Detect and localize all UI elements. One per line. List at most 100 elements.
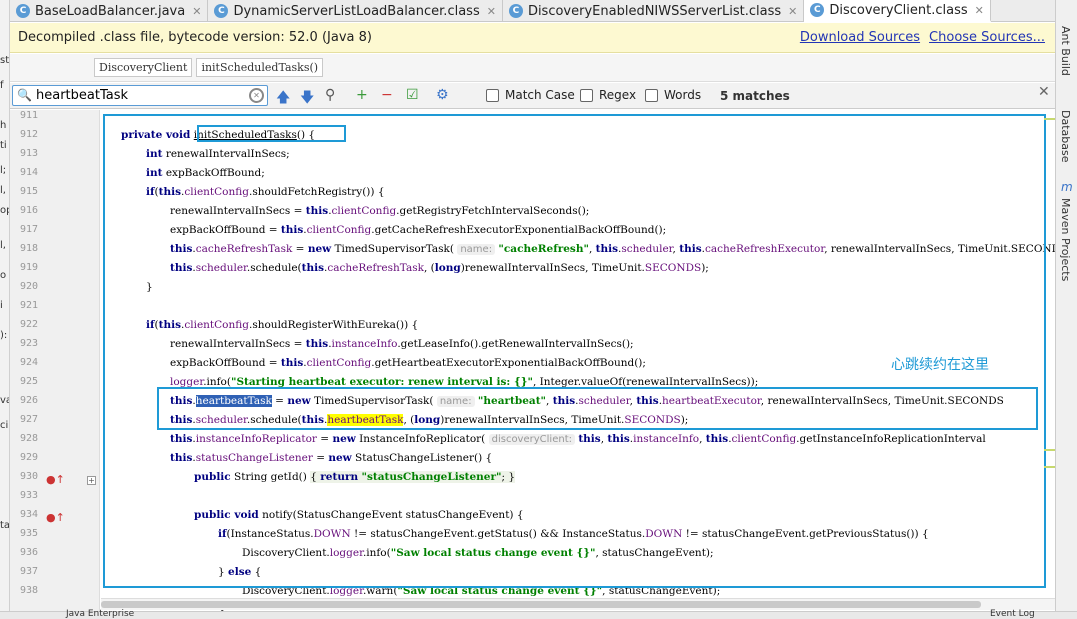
- left-panel-fragment: op: [0, 205, 9, 216]
- match-count: 5 matches: [720, 89, 790, 103]
- clear-search-icon[interactable]: ✕: [249, 88, 264, 103]
- ant-build-tab[interactable]: Ant Build: [1059, 26, 1072, 76]
- line-number: 914: [19, 167, 38, 178]
- find-all-icon[interactable]: ⚲: [325, 87, 335, 103]
- line-number: 937: [19, 566, 38, 577]
- class-icon: C: [16, 4, 30, 18]
- line-number: 925: [19, 376, 38, 387]
- left-panel-fragment: l,: [0, 240, 6, 251]
- line-number: 918: [19, 243, 38, 254]
- right-tool-strip: Ant Build Database m Maven Projects: [1055, 0, 1077, 619]
- close-tab-icon[interactable]: ✕: [192, 5, 201, 18]
- tab-label: DynamicServerListLoadBalancer.class: [233, 3, 480, 19]
- class-icon: C: [508, 4, 523, 18]
- tab-label: DiscoveryEnabledNIWSServerList.class: [527, 3, 782, 19]
- java-enterprise-tab[interactable]: Java Enterprise: [66, 609, 134, 619]
- line-number: 919: [19, 262, 38, 273]
- tab-1[interactable]: C DynamicServerListLoadBalancer.class ✕: [208, 0, 503, 22]
- bottom-tool-strip: Java Enterprise Event Log: [0, 609, 1077, 619]
- find-bar: 🔍 heartbeatTask ✕ 🡅 🡇 ⚲ + − ☑ ⚙ Match Ca…: [10, 83, 1055, 109]
- select-all-occurrences-icon[interactable]: ☑: [406, 87, 419, 103]
- horizontal-scrollbar[interactable]: [101, 598, 1055, 610]
- regex-checkbox[interactable]: Regex: [580, 88, 636, 102]
- left-panel-fragment: f: [0, 80, 4, 91]
- tab-0[interactable]: C BaseLoadBalancer.java ✕: [10, 0, 209, 22]
- line-number: 915: [19, 186, 38, 197]
- scroll-marker: [1044, 449, 1055, 451]
- left-panel-fragment: ):: [0, 330, 8, 341]
- tab-label: DiscoveryClient.class: [829, 2, 968, 18]
- line-number: 911: [19, 110, 38, 121]
- search-icon[interactable]: 🔍: [17, 88, 32, 102]
- close-find-icon[interactable]: ✕: [1038, 84, 1050, 100]
- line-number-gutter: 911 912 913 914 915 916 917 918 919 920 921 922 923 9…: [10, 110, 100, 619]
- line-number: 924: [19, 357, 38, 368]
- line-number: 923: [19, 338, 38, 349]
- download-sources-link[interactable]: Download Sources: [800, 30, 920, 45]
- line-number: 927: [19, 414, 38, 425]
- line-number: 929: [19, 452, 38, 463]
- database-tab[interactable]: Database: [1059, 110, 1072, 163]
- infobar-text: Decompiled .class file, bytecode version…: [18, 30, 372, 45]
- maven-icon: m: [1061, 180, 1073, 194]
- scrollbar-thumb[interactable]: [101, 601, 981, 608]
- heartbeat-annotation: 心跳续约在这里: [891, 357, 989, 373]
- class-icon: C: [810, 3, 825, 17]
- tab-label: BaseLoadBalancer.java: [35, 3, 186, 19]
- override-marker-icon[interactable]: ●↑: [46, 473, 65, 486]
- previous-occurrence-icon[interactable]: 🡅: [276, 87, 290, 111]
- left-panel-fragment: l,: [0, 185, 6, 196]
- settings-gear-icon[interactable]: ⚙: [436, 87, 449, 103]
- heartbeat-lines-outline: [157, 387, 1038, 430]
- line-number: 928: [19, 433, 38, 444]
- next-occurrence-icon[interactable]: 🡇: [300, 87, 314, 111]
- event-log-tab[interactable]: Event Log: [990, 609, 1035, 619]
- add-occurrence-icon[interactable]: +: [356, 87, 368, 103]
- breadcrumb: DiscoveryClient initScheduledTasks(): [10, 54, 1055, 82]
- fold-toggle-icon[interactable]: +: [87, 476, 96, 485]
- line-number: 934: [19, 509, 38, 520]
- line-number: 933: [19, 490, 38, 501]
- line-number: 936: [19, 547, 38, 558]
- line-number: 922: [19, 319, 38, 330]
- left-panel-fragment: o: [0, 270, 7, 281]
- editor-tab-bar: C BaseLoadBalancer.java ✕ C DynamicServerLis…: [10, 0, 1055, 22]
- tab-2[interactable]: C DiscoveryEnabledNIWSServerList.class ✕: [503, 0, 805, 22]
- line-number: 935: [19, 528, 38, 539]
- class-icon: C: [214, 4, 229, 18]
- close-tab-icon[interactable]: ✕: [788, 5, 797, 18]
- line-number: 916: [19, 205, 38, 216]
- line-number: 917: [19, 224, 38, 235]
- left-panel-fragment: ti: [0, 140, 7, 151]
- decompiled-info-bar: Decompiled .class file, bytecode version…: [10, 23, 1055, 53]
- words-label: Words: [664, 88, 702, 102]
- breadcrumb-method[interactable]: initScheduledTasks(): [196, 58, 324, 77]
- search-value[interactable]: heartbeatTask: [36, 88, 128, 103]
- choose-sources-link[interactable]: Choose Sources...: [929, 30, 1045, 45]
- regex-label: Regex: [599, 88, 637, 102]
- breadcrumb-class[interactable]: DiscoveryClient: [94, 58, 193, 77]
- line-number: 912: [19, 129, 38, 140]
- left-panel-fragment: i: [0, 300, 3, 311]
- left-panel-fragment: h: [0, 120, 7, 131]
- code-block-outline: [103, 114, 1046, 588]
- tab-3[interactable]: C DiscoveryClient.class ✕: [804, 0, 991, 22]
- search-input[interactable]: 🔍 heartbeatTask ✕: [12, 85, 268, 106]
- close-tab-icon[interactable]: ✕: [975, 4, 984, 17]
- left-panel-fragment: st: [0, 55, 10, 66]
- method-name-outline: [197, 125, 346, 142]
- left-panel-fragment: tasing: [0, 520, 10, 531]
- words-checkbox[interactable]: Words: [645, 88, 701, 102]
- left-panel-fragment: l;: [0, 165, 7, 176]
- line-number: 930: [19, 471, 38, 482]
- match-case-label: Match Case: [505, 88, 575, 102]
- maven-projects-tab[interactable]: Maven Projects: [1059, 198, 1072, 281]
- left-panel-fragment: ci: [0, 420, 9, 431]
- left-panel-strip: st f h ti l; l, op l, o i): va ci tasing: [0, 0, 10, 619]
- match-case-checkbox[interactable]: Match Case: [486, 88, 575, 102]
- line-number: 921: [19, 300, 38, 311]
- close-tab-icon[interactable]: ✕: [487, 5, 496, 18]
- remove-occurrence-icon[interactable]: −: [381, 87, 393, 103]
- line-number: 920: [19, 281, 38, 292]
- override-marker-icon[interactable]: ●↑: [46, 511, 65, 524]
